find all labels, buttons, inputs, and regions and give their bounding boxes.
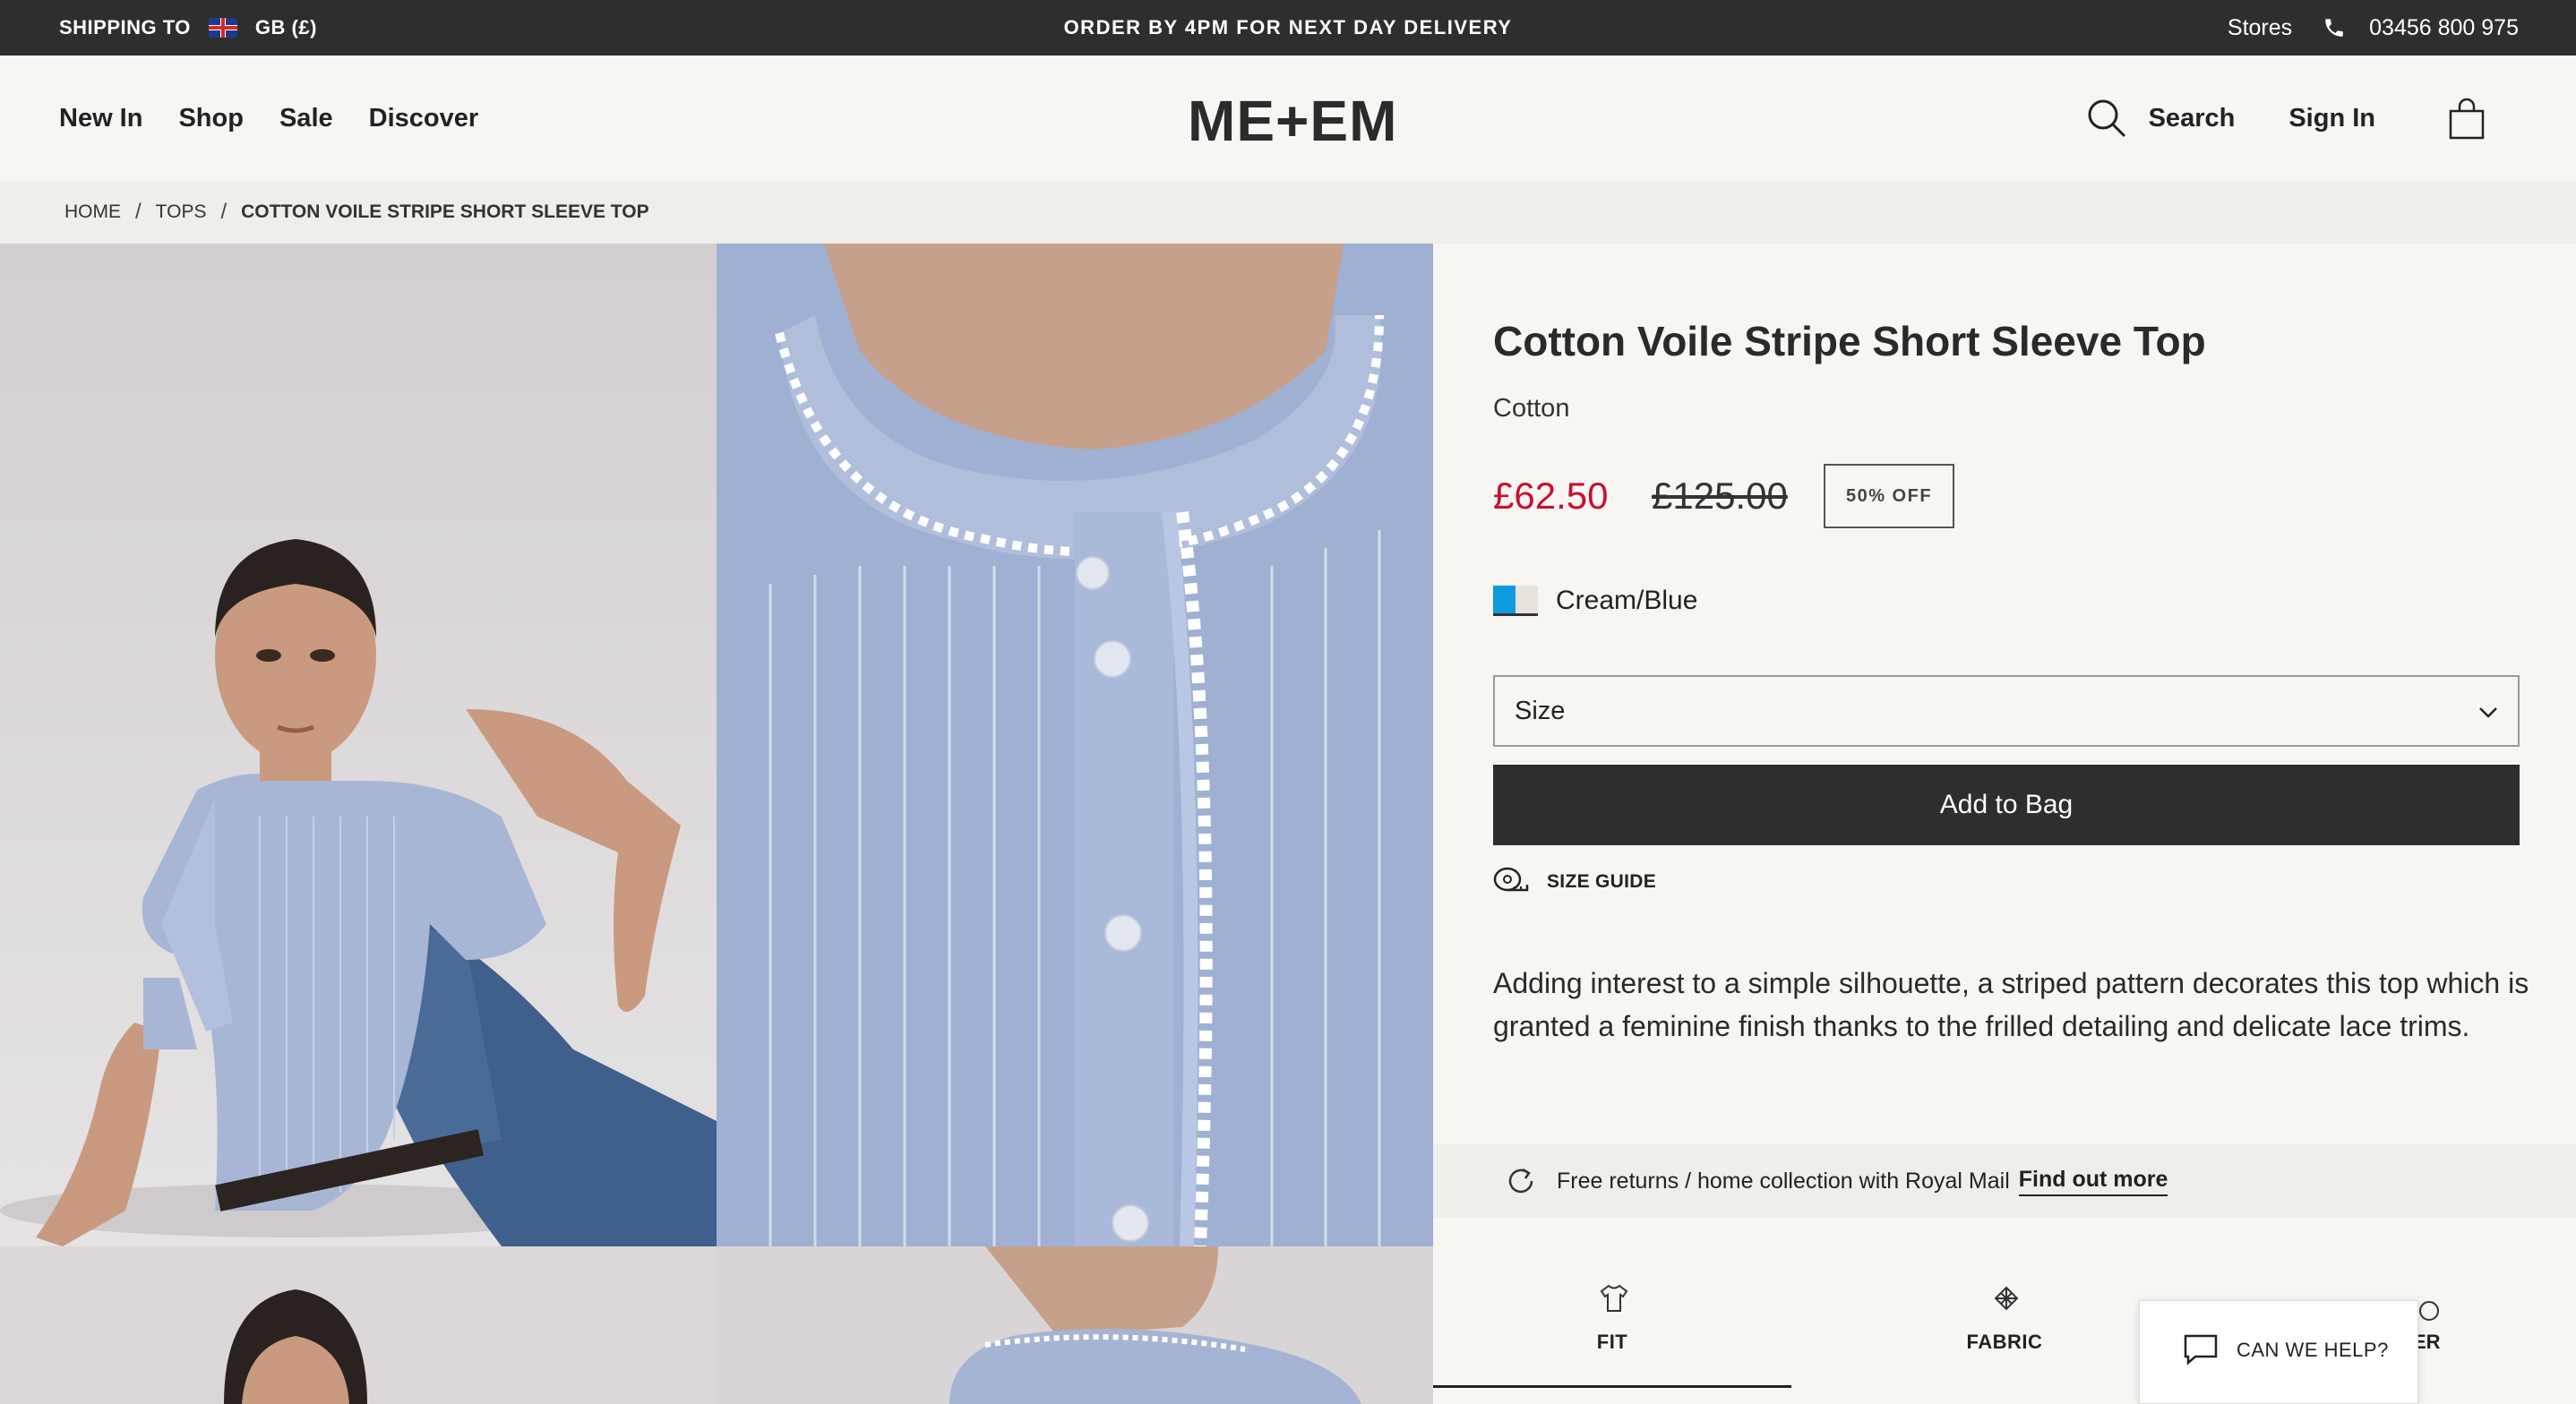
nav-sale[interactable]: Sale [279, 104, 333, 133]
bag-icon[interactable] [2447, 97, 2486, 140]
tab-fit[interactable]: FIT [1433, 1282, 1791, 1388]
tshirt-icon [1600, 1284, 1628, 1312]
original-price: £125.00 [1652, 475, 1788, 517]
fabric-icon [1994, 1286, 2019, 1311]
returns-text: Free returns / home collection with Roya… [1557, 1168, 2010, 1194]
colour-name: Cream/Blue [1556, 586, 1698, 615]
size-guide-link[interactable]: SIZE GUIDE [1493, 867, 1656, 897]
product-image-3[interactable] [0, 1246, 717, 1404]
discount-badge: 50% OFF [1824, 464, 1954, 528]
chevron-down-icon [2479, 707, 2497, 718]
product-image-1[interactable] [0, 244, 717, 1246]
product-material: Cotton [1493, 394, 1570, 423]
chat-help-widget[interactable]: CAN WE HELP? [2139, 1300, 2418, 1404]
size-select[interactable]: Size [1493, 675, 2520, 747]
tab-fabric-label: FABRIC [1966, 1331, 2043, 1353]
add-to-bag-button[interactable]: Add to Bag [1493, 765, 2520, 845]
swatch-blue [1493, 586, 1516, 613]
announcement-bar: SHIPPING TO GB (£) ORDER BY 4PM FOR NEXT… [0, 0, 2576, 56]
breadcrumb-tops[interactable]: TOPS [156, 201, 207, 223]
product-info-panel: Cotton Voile Stripe Short Sleeve Top Cot… [1433, 244, 2576, 1404]
breadcrumb-home[interactable]: HOME [64, 201, 121, 223]
stores-link[interactable]: Stores [2228, 15, 2292, 41]
tab-fit-label: FIT [1596, 1331, 1628, 1353]
shipping-region: GB (£) [254, 16, 317, 39]
nav-discover[interactable]: Discover [369, 104, 479, 133]
product-image-2[interactable] [717, 244, 1433, 1246]
returns-icon [1508, 1168, 1533, 1194]
product-gallery [0, 244, 1433, 1404]
tape-measure-icon [1493, 867, 1529, 892]
colour-swatch[interactable] [1493, 586, 1538, 616]
nav-new-in[interactable]: New In [59, 104, 142, 133]
search-icon[interactable] [2086, 98, 2127, 139]
product-image-4[interactable] [717, 1246, 1433, 1404]
sign-in-link[interactable]: Sign In [2288, 104, 2375, 133]
find-out-more-link[interactable]: Find out more [2018, 1167, 2168, 1196]
product-description: Adding interest to a simple silhouette, … [1493, 967, 2529, 1042]
shipping-selector[interactable]: SHIPPING TO GB (£) [59, 0, 317, 56]
breadcrumb-current: COTTON VOILE STRIPE SHORT SLEEVE TOP [241, 201, 649, 222]
phone-number[interactable]: 03456 800 975 [2369, 15, 2519, 41]
main-nav: New In Shop Sale Discover [59, 56, 478, 181]
chat-bubble-icon [2184, 1334, 2218, 1365]
tab-fabric[interactable]: FABRIC [1825, 1282, 2184, 1404]
breadcrumb: HOME / TOPS / COTTON VOILE STRIPE SHORT … [0, 181, 2576, 244]
search-link[interactable]: Search [2149, 104, 2236, 133]
breadcrumb-separator: / [135, 200, 142, 224]
shipping-label: SHIPPING TO [59, 16, 191, 39]
chat-help-label: CAN WE HELP? [2237, 1339, 2389, 1361]
uk-flag-icon [208, 18, 237, 38]
size-select-label: Size [1515, 696, 1566, 725]
swatch-cream [1516, 586, 1538, 613]
tab-care[interactable]: ER [2413, 1295, 2485, 1366]
promo-message: ORDER BY 4PM FOR NEXT DAY DELIVERY [1063, 16, 1513, 39]
breadcrumb-separator: / [220, 200, 228, 224]
sale-price: £62.50 [1493, 475, 1609, 517]
returns-banner: Free returns / home collection with Roya… [1433, 1144, 2576, 1218]
size-guide-label: SIZE GUIDE [1547, 871, 1657, 892]
phone-icon [2325, 19, 2343, 37]
brand-logo[interactable]: ME+EM [1188, 88, 1397, 154]
site-header: New In Shop Sale Discover ME+EM Search S… [0, 56, 2576, 181]
product-title: Cotton Voile Stripe Short Sleeve Top [1493, 318, 2206, 364]
nav-shop[interactable]: Shop [178, 104, 244, 133]
